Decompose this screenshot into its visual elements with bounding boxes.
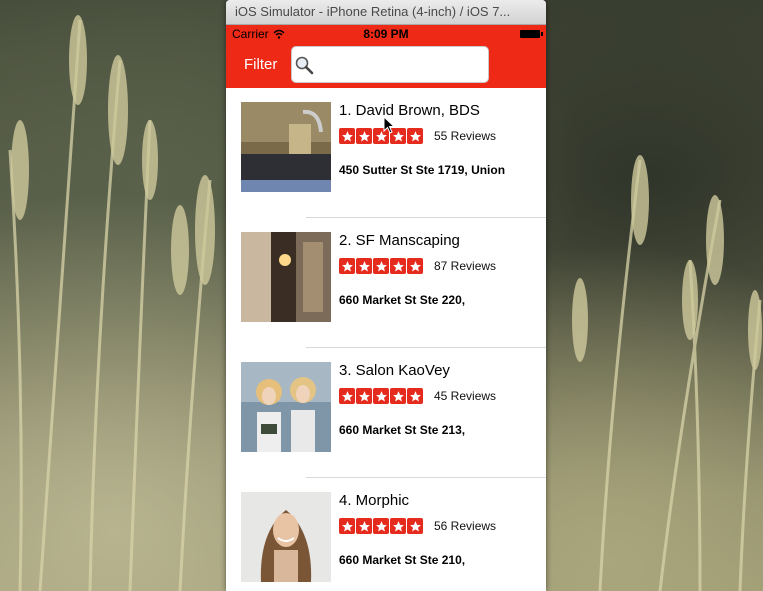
review-count: 87 Reviews <box>434 259 497 273</box>
status-bar: Carrier 8:09 PM <box>226 25 546 43</box>
star-icon <box>356 388 372 404</box>
star-icon <box>407 258 423 274</box>
business-address: 660 Market St Ste 213, <box>339 423 466 437</box>
rating-stars <box>339 128 423 144</box>
window-title: iOS Simulator - iPhone Retina (4-inch) /… <box>226 0 546 25</box>
review-count: 45 Reviews <box>434 389 497 403</box>
business-name: 3. Salon KaoVey <box>339 362 450 379</box>
search-icon <box>294 55 314 80</box>
star-icon <box>356 128 372 144</box>
star-icon <box>339 388 355 404</box>
business-address: 450 Sutter St Ste 1719, Union <box>339 163 506 177</box>
business-thumbnail <box>241 232 331 322</box>
search-bar[interactable] <box>291 46 489 83</box>
list-item[interactable]: 2. SF Manscaping 87 Reviews 660 Market S… <box>226 218 546 348</box>
business-address: 660 Market St Ste 210, <box>339 553 466 567</box>
business-name: 4. Morphic <box>339 492 410 509</box>
rating-stars <box>339 258 423 274</box>
list-item[interactable]: 3. Salon KaoVey 45 Reviews 660 Market St… <box>226 348 546 478</box>
review-count: 56 Reviews <box>434 519 497 533</box>
filter-button[interactable]: Filter <box>244 56 277 73</box>
review-count: 55 Reviews <box>434 129 497 143</box>
star-icon <box>407 128 423 144</box>
business-name: 2. SF Manscaping <box>339 232 460 249</box>
mouse-cursor-icon <box>383 116 395 134</box>
search-input[interactable] <box>316 53 488 77</box>
list-item[interactable]: 1. David Brown, BDS 55 Reviews 450 Sutte… <box>226 88 546 218</box>
star-icon <box>356 258 372 274</box>
rating-stars <box>339 388 423 404</box>
star-icon <box>407 388 423 404</box>
navigation-bar: Filter <box>226 43 546 88</box>
star-icon <box>356 518 372 534</box>
business-thumbnail <box>241 492 331 582</box>
star-icon <box>373 258 389 274</box>
business-thumbnail <box>241 362 331 452</box>
business-thumbnail <box>241 102 331 192</box>
star-icon <box>407 518 423 534</box>
ios-simulator-window: iOS Simulator - iPhone Retina (4-inch) /… <box>226 0 546 591</box>
business-address: 660 Market St Ste 220, <box>339 293 466 307</box>
star-icon <box>339 258 355 274</box>
star-icon <box>373 388 389 404</box>
star-icon <box>339 518 355 534</box>
star-icon <box>339 128 355 144</box>
list-item[interactable]: 4. Morphic 56 Reviews 660 Market St Ste … <box>226 478 546 591</box>
business-name: 1. David Brown, BDS <box>339 102 480 119</box>
business-list[interactable]: 1. David Brown, BDS 55 Reviews 450 Sutte… <box>226 88 546 591</box>
star-icon <box>373 518 389 534</box>
star-icon <box>390 258 406 274</box>
star-icon <box>390 518 406 534</box>
star-icon <box>390 388 406 404</box>
status-time: 8:09 PM <box>363 27 409 41</box>
battery-icon <box>520 30 543 38</box>
rating-stars <box>339 518 423 534</box>
